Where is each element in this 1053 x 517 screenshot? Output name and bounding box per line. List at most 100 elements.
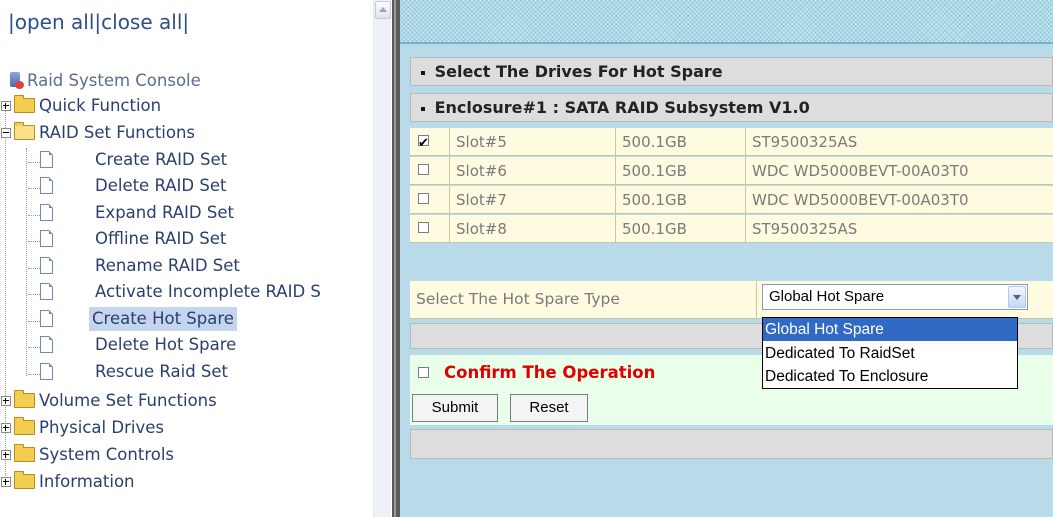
dropdown-option-dedicated-to-enclosure[interactable]: Dedicated To Enclosure	[763, 365, 1017, 388]
navigation-frame: |open all|close all| Raid System Console…	[0, 0, 392, 517]
document-icon	[40, 177, 53, 194]
tree-connector	[28, 347, 40, 348]
size-cell: 500.1GB	[616, 128, 746, 156]
dropdown-option-dedicated-to-raidset[interactable]: Dedicated To RaidSet	[763, 342, 1017, 365]
frame-splitter[interactable]	[392, 0, 400, 517]
document-icon	[40, 257, 53, 274]
slot-cell: Slot#6	[450, 157, 616, 185]
confirm-checkbox[interactable]	[418, 367, 429, 378]
hot-spare-type-row: Select The Hot Spare Type Global Hot Spa…	[410, 281, 1053, 319]
tree-item-label: Create RAID Set	[95, 150, 228, 169]
document-icon	[40, 151, 53, 168]
tree-item-label: Delete RAID Set	[95, 176, 227, 195]
tree-item-label: Quick Function	[39, 96, 162, 115]
drive-row: Slot#8 500.1GB ST9500325AS	[410, 215, 1053, 243]
chevron-down-icon[interactable]	[1008, 286, 1026, 308]
tree-item-label: Rename RAID Set	[95, 256, 240, 275]
tree-connector	[28, 188, 40, 189]
tree-item-label: System Controls	[39, 445, 175, 464]
folder-icon	[14, 417, 35, 435]
size-cell: 500.1GB	[616, 215, 746, 243]
drive-checkbox[interactable]	[418, 193, 429, 204]
button-row: Submit Reset	[410, 391, 1053, 425]
expand-plus-icon[interactable]	[1, 450, 11, 460]
document-icon	[40, 283, 53, 300]
drive-checkbox[interactable]	[418, 164, 429, 175]
open-close-links: |open all|close all|	[8, 10, 189, 34]
drive-row: Slot#6 500.1GB WDC WD5000BEVT-00A03T0	[410, 157, 1053, 185]
submit-button[interactable]: Submit	[412, 394, 498, 422]
tree-root-label: Raid System Console	[27, 71, 201, 90]
hot-spare-type-select[interactable]: Global Hot Spare	[762, 284, 1028, 310]
close-all-link[interactable]: close all	[101, 10, 182, 34]
expand-plus-icon[interactable]	[1, 396, 11, 406]
tree-connector	[28, 162, 40, 163]
footer-band	[410, 429, 1053, 459]
expand-plus-icon[interactable]	[1, 423, 11, 433]
select-value: Global Hot Spare	[769, 288, 885, 305]
tree-item-label: Delete Hot Spare	[95, 335, 237, 354]
tree-item-label: Volume Set Functions	[39, 391, 217, 410]
tree-connector	[28, 374, 40, 375]
drive-row: Slot#5 500.1GB ST9500325AS	[410, 128, 1053, 158]
checkbox-cell	[410, 186, 450, 214]
vertical-scrollbar[interactable]	[373, 0, 391, 517]
checkbox-cell	[410, 215, 450, 243]
reset-button[interactable]: Reset	[510, 394, 588, 422]
enclosure-header: Enclosure#1 : SATA RAID Subsystem V1.0	[410, 93, 1053, 122]
tree-connector	[28, 294, 40, 295]
tree-connector	[28, 241, 40, 242]
separator: |	[8, 10, 15, 34]
model-cell: ST9500325AS	[746, 128, 1053, 156]
open-all-link[interactable]: open all	[15, 10, 95, 34]
tree-connector	[26, 148, 27, 376]
server-icon	[10, 72, 24, 89]
tree-item-label: Activate Incomplete RAID S	[95, 282, 321, 301]
confirm-label: Confirm The Operation	[444, 363, 656, 382]
enclosure-header-text: Enclosure#1 : SATA RAID Subsystem V1.0	[434, 98, 810, 117]
checkbox-cell	[410, 157, 450, 185]
collapse-minus-icon[interactable]	[1, 128, 11, 138]
content-frame: Select The Drives For Hot Spare Enclosur…	[400, 0, 1053, 517]
document-icon	[40, 363, 53, 380]
hot-spare-type-dropdown: Global Hot Spare Dedicated To RaidSet De…	[762, 317, 1018, 389]
dropdown-option-global-hot-spare[interactable]: Global Hot Spare	[763, 318, 1017, 341]
separator: |	[182, 10, 190, 34]
top-banner	[400, 0, 1053, 44]
folder-icon	[14, 471, 35, 489]
slot-cell: Slot#8	[450, 215, 616, 243]
spacer-row	[410, 244, 1053, 280]
tree-item-label: Rescue Raid Set	[95, 362, 229, 381]
slot-cell: Slot#5	[450, 128, 616, 156]
document-icon	[40, 204, 53, 221]
tree-item-label: Offline RAID Set	[95, 229, 227, 248]
document-icon	[40, 336, 53, 353]
expand-plus-icon[interactable]	[1, 477, 11, 487]
document-icon	[40, 310, 53, 327]
folder-icon	[14, 95, 35, 113]
tree-item-label: Physical Drives	[39, 418, 164, 437]
tree-item-label: Expand RAID Set	[95, 203, 234, 222]
tree-connector	[28, 215, 40, 216]
tree-connector	[28, 268, 40, 269]
tree-connector	[28, 321, 40, 322]
folder-open-icon	[14, 122, 35, 140]
hot-spare-type-label: Select The Hot Spare Type	[416, 281, 757, 318]
document-icon	[40, 230, 53, 247]
drive-row: Slot#7 500.1GB WDC WD5000BEVT-00A03T0	[410, 186, 1053, 214]
size-cell: 500.1GB	[616, 157, 746, 185]
tree-item-label-selected: Create Hot Spare	[89, 307, 237, 331]
folder-icon	[14, 444, 35, 462]
model-cell: WDC WD5000BEVT-00A03T0	[746, 157, 1053, 185]
model-cell: WDC WD5000BEVT-00A03T0	[746, 186, 1053, 214]
expand-plus-icon[interactable]	[1, 101, 11, 111]
model-cell: ST9500325AS	[746, 215, 1053, 243]
tree-item-label: Information	[39, 472, 135, 491]
drive-checkbox[interactable]	[418, 222, 429, 233]
scroll-up-arrow-icon[interactable]	[375, 1, 391, 19]
drive-checkbox[interactable]	[418, 130, 429, 158]
folder-icon	[14, 390, 35, 408]
slot-cell: Slot#7	[450, 186, 616, 214]
section-title: Select The Drives For Hot Spare	[410, 57, 1053, 86]
size-cell: 500.1GB	[616, 186, 746, 214]
